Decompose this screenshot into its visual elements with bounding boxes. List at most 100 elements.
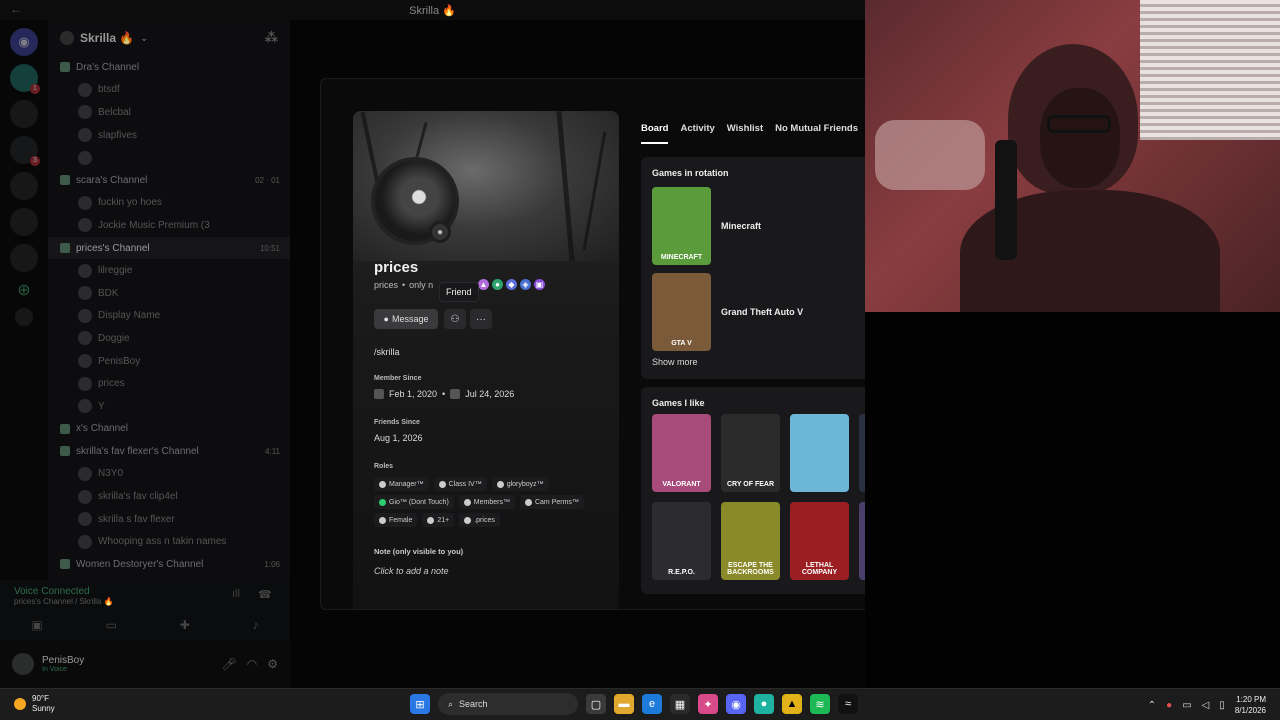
- avatar: [78, 150, 92, 165]
- voice-member[interactable]: PenisBoy: [48, 350, 290, 373]
- voice-member[interactable]: btsdf: [48, 79, 290, 102]
- tab-activity[interactable]: Activity: [680, 123, 714, 144]
- role-pill[interactable]: 21+: [422, 513, 455, 527]
- server-icon[interactable]: [10, 100, 38, 128]
- voice-member[interactable]: [48, 146, 290, 169]
- role-pill[interactable]: Class IV™: [433, 477, 487, 491]
- noise-suppression-icon[interactable]: ıll: [232, 588, 240, 600]
- voice-member[interactable]: lilreggie: [48, 259, 290, 282]
- hypesquad-badge-icon[interactable]: ▲: [478, 279, 489, 290]
- activities-icon[interactable]: ✚: [180, 618, 190, 632]
- file-explorer-icon[interactable]: ▬: [614, 694, 634, 714]
- settings-gear-icon[interactable]: ⚙: [267, 657, 278, 671]
- clock-time: 1:20 PM: [1236, 695, 1266, 704]
- role-pill[interactable]: Cam Perms™: [519, 495, 584, 509]
- weather-widget[interactable]: 90°F Sunny: [14, 694, 55, 714]
- voice-member[interactable]: N3Y0: [48, 463, 290, 486]
- server-icon[interactable]: [10, 244, 38, 272]
- boost-badge-icon[interactable]: ◈: [520, 279, 531, 290]
- server-icon[interactable]: [10, 172, 38, 200]
- tab-wishlist[interactable]: Wishlist: [727, 123, 763, 144]
- show-more-link[interactable]: Show more: [652, 357, 698, 367]
- mic-tray-icon[interactable]: ●: [1166, 700, 1172, 711]
- discover-icon[interactable]: [15, 308, 33, 326]
- role-pill[interactable]: Manager™: [374, 477, 429, 491]
- voice-member[interactable]: Belcbal: [48, 101, 290, 124]
- discord-icon[interactable]: ◉: [726, 694, 746, 714]
- voice-member[interactable]: fuckin yo hoes: [48, 192, 290, 215]
- more-options-button[interactable]: ···: [470, 309, 492, 329]
- screen-share-icon[interactable]: ▭: [106, 618, 117, 632]
- role-pill[interactable]: Female: [374, 513, 418, 527]
- voice-member[interactable]: BDK: [48, 282, 290, 305]
- early-supporter-badge-icon[interactable]: ●: [492, 279, 503, 290]
- battery-icon[interactable]: ▯: [1219, 700, 1225, 711]
- note-input[interactable]: Click to add a note: [374, 566, 449, 576]
- server-logo-icon: [450, 389, 461, 399]
- tab-no-mutual-friends[interactable]: No Mutual Friends: [775, 123, 858, 144]
- channel-meta: 02 · 01: [255, 175, 280, 185]
- voice-member[interactable]: slapfives: [48, 124, 290, 147]
- server-icon[interactable]: [10, 208, 38, 236]
- copilot-icon[interactable]: ✦: [698, 694, 718, 714]
- voice-member[interactable]: Display Name: [48, 305, 290, 328]
- game-cover[interactable]: LETHAL COMPANY: [790, 502, 849, 580]
- nitro-badge-icon[interactable]: ◆: [506, 279, 517, 290]
- volume-icon[interactable]: ◁: [1202, 700, 1210, 711]
- tab-board[interactable]: Board: [641, 123, 669, 144]
- network-icon[interactable]: ▭: [1182, 700, 1191, 711]
- taskbar-search[interactable]: ⌕ Search: [438, 693, 578, 715]
- game-cover[interactable]: R.E.P.O.: [652, 502, 711, 580]
- game-cover[interactable]: ESCAPE THE BACKROOMS: [721, 502, 780, 580]
- voice-member[interactable]: skrilla s fav flexer: [48, 508, 290, 531]
- voice-channel[interactable]: x's Channel: [48, 418, 290, 441]
- game-cover[interactable]: CRY OF FEAR: [721, 414, 780, 492]
- friend-button[interactable]: ⚇: [444, 309, 466, 329]
- voice-channel[interactable]: skrilla's fav flexer's Channel 4:11: [48, 440, 290, 463]
- chevron-up-icon[interactable]: ⌃: [1148, 700, 1156, 711]
- warning-app-icon[interactable]: ▲: [782, 694, 802, 714]
- game-cover[interactable]: VALORANT: [652, 414, 711, 492]
- avatar: [78, 466, 92, 481]
- role-pill[interactable]: Members™: [458, 495, 515, 509]
- server-icon[interactable]: 1: [10, 64, 40, 94]
- camera-icon[interactable]: ▣: [31, 618, 42, 632]
- game-cover[interactable]: [790, 414, 849, 492]
- role-pill[interactable]: .prices: [459, 513, 500, 527]
- mic-icon[interactable]: 🎤︎: [222, 657, 237, 671]
- role-pill[interactable]: gloryboyz™: [491, 477, 549, 491]
- channel-label: Whooping ass n takin names: [98, 536, 227, 548]
- store-icon[interactable]: ▦: [670, 694, 690, 714]
- back-arrow-icon[interactable]: ←: [10, 2, 22, 16]
- clock[interactable]: 1:20 PM 8/1/2026: [1235, 694, 1266, 716]
- voice-member[interactable]: prices: [48, 372, 290, 395]
- headphones-icon[interactable]: ◠: [247, 657, 257, 671]
- avatar[interactable]: [12, 653, 34, 675]
- voice-member[interactable]: Doggie: [48, 327, 290, 350]
- voice-member[interactable]: Jockie Music Premium (3: [48, 214, 290, 237]
- voice-member[interactable]: Y: [48, 395, 290, 418]
- edge-icon[interactable]: e: [642, 694, 662, 714]
- obs-icon[interactable]: ●: [754, 694, 774, 714]
- voice-channel[interactable]: prices's Channel 10:51: [48, 236, 290, 260]
- voice-channel[interactable]: Dra's Channel: [48, 56, 290, 79]
- soundboard-icon[interactable]: ♪: [253, 618, 259, 632]
- invite-icon[interactable]: ⁂: [265, 30, 278, 46]
- discord-home-icon[interactable]: ◉: [10, 28, 38, 56]
- disconnect-icon[interactable]: ☎: [258, 588, 272, 601]
- add-server-icon[interactable]: ⊕: [17, 280, 30, 300]
- server-icon[interactable]: 3: [10, 136, 40, 166]
- role-pill[interactable]: Gio™ (Dont Touch): [374, 495, 454, 509]
- windows-start-icon[interactable]: ⊞: [410, 694, 430, 714]
- voice-channel[interactable]: Women Destoryer's Channel 1:06: [48, 553, 290, 576]
- task-view-icon[interactable]: ▢: [586, 694, 606, 714]
- spotify-icon[interactable]: ≋: [810, 694, 830, 714]
- voice-member[interactable]: Whooping ass n takin names: [48, 530, 290, 553]
- voice-member[interactable]: skrilla's fav clip4el: [48, 485, 290, 508]
- role-color-dot: [379, 498, 386, 506]
- message-button[interactable]: ● Message: [374, 309, 438, 329]
- voice-channel[interactable]: scara's Channel 02 · 01: [48, 169, 290, 192]
- quest-badge-icon[interactable]: ▣: [534, 279, 545, 290]
- terminal-icon[interactable]: ≈: [838, 694, 858, 714]
- server-header[interactable]: Skrilla 🔥 ⌄ ⁂: [48, 20, 290, 56]
